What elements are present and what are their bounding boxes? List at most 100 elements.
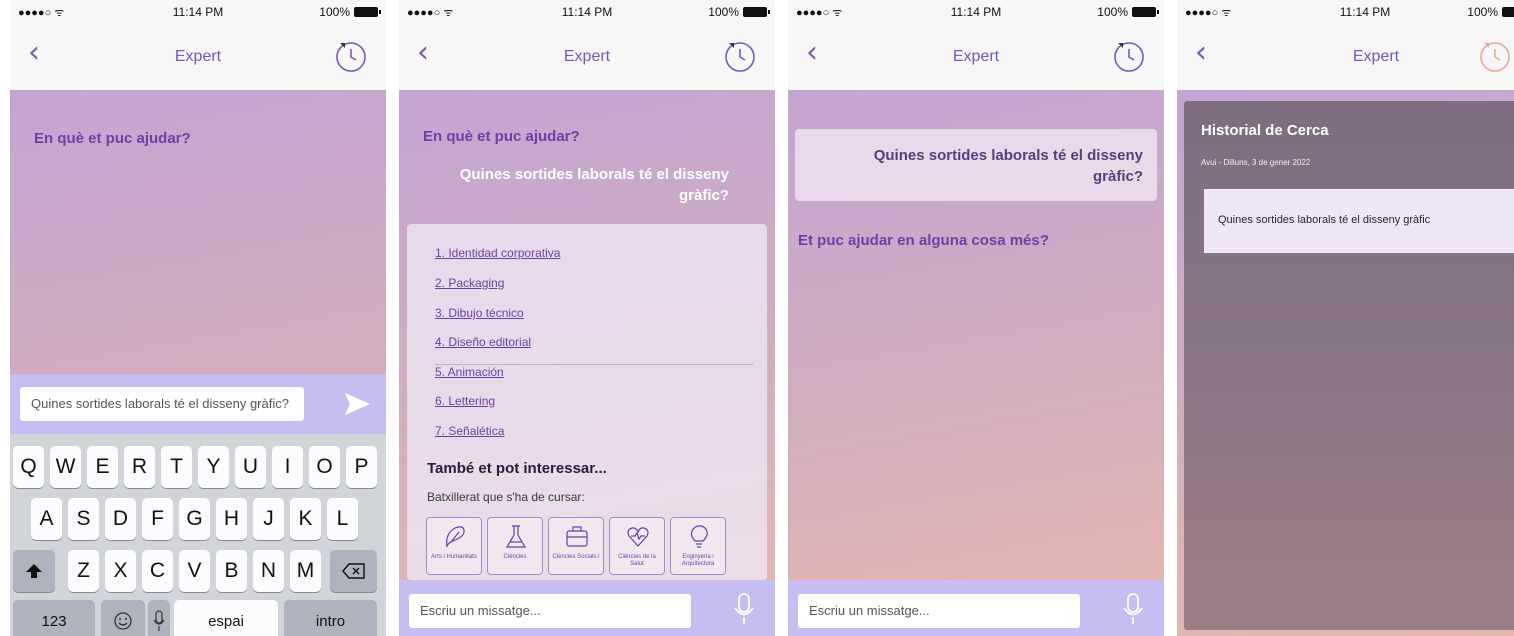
status-time: 11:14 PM [1339,5,1391,19]
key-v[interactable]: V [179,550,210,592]
key-q[interactable]: Q [13,446,44,488]
numbers-key[interactable]: 123 [13,600,95,636]
category-arts[interactable]: Arts i Humanitats [426,517,482,575]
nav-bar: ‹ Expert [1177,24,1514,90]
briefcase-icon [566,526,588,547]
page-title: Expert [563,48,611,65]
battery-icon [354,7,381,17]
category-ciencies[interactable]: Ciències [487,517,543,575]
backspace-key[interactable] [330,550,377,592]
key-d[interactable]: D [105,498,136,540]
emoji-key[interactable] [101,600,145,636]
key-g[interactable]: G [179,498,210,540]
status-bar: ●●●●○ ᯤ 11:14 PM 100% [1177,0,1514,24]
answer-link-3[interactable]: 3. Dibujo técnico [435,306,524,320]
microphone-icon[interactable] [733,593,755,625]
page-title: Expert [1352,48,1400,65]
message-input[interactable]: Quines sortides laborals té el disseny g… [20,387,304,421]
phone-screen-answer: ●●●●○ ᯤ 11:14 PM 100% ‹ Expert En què et… [399,0,775,636]
lightbulb-icon [690,525,708,548]
interest-title: També et pot interessar... [427,460,607,477]
heart-pulse-icon [627,527,649,547]
key-f[interactable]: F [142,498,173,540]
shift-arrow-icon [26,564,42,578]
category-label: Ciències Socials i [552,554,600,560]
key-l[interactable]: L [327,498,358,540]
battery-percent: 100% [319,5,350,19]
history-item[interactable]: Quines sortides laborals té el disseny g… [1204,189,1514,253]
category-salut[interactable]: Ciències de la Salut [609,517,665,575]
category-socials[interactable]: Ciències Socials i [548,517,604,575]
answer-card: 1. Identidad corporativa 2. Packaging 3.… [407,224,767,580]
space-key[interactable]: espai [174,600,278,636]
battery-indicator: 100% [708,5,770,19]
battery-percent: 100% [1467,5,1498,19]
battery-icon [743,7,770,17]
user-question: Quines sortides laborals té el disseny g… [459,166,729,204]
answer-link-5[interactable]: 5. Animación [435,365,504,379]
answer-link-4[interactable]: 4. Diseño editorial [435,335,531,349]
microphone-icon[interactable] [1122,593,1144,625]
user-message-bubble: Quines sortides laborals té el disseny g… [795,129,1157,201]
key-r[interactable]: R [124,446,155,488]
user-question: Quines sortides laborals té el disseny g… [873,147,1143,185]
answer-link-1[interactable]: 1. Identidad corporativa [435,246,560,260]
message-input-bar: Escriu un missatge... [399,580,775,636]
status-bar: ●●●●○ ᯤ 11:14 PM 100% [10,0,386,24]
key-w[interactable]: W [50,446,81,488]
key-x[interactable]: X [105,550,136,592]
message-input-bar: Quines sortides laborals té el disseny g… [10,374,386,434]
category-enginyeria[interactable]: Enginyeria i Arquitectura [670,517,726,575]
key-s[interactable]: S [68,498,99,540]
history-icon[interactable] [723,38,757,74]
key-c[interactable]: C [142,550,173,592]
key-p[interactable]: P [346,446,377,488]
enter-key[interactable]: intro [284,600,377,636]
answer-link-7[interactable]: 7. Señalética [435,424,504,438]
message-input-bar: Escriu un missatge... [788,580,1164,636]
assistant-prompt: En què et puc ajudar? [423,128,580,145]
category-label: Ciències de la Salut [618,554,656,567]
key-m[interactable]: M [290,550,321,592]
history-panel: Historial de Cerca Avui - Dilluns, 3 de … [1184,101,1514,630]
page-title: Expert [174,48,222,65]
battery-indicator: 100% [319,5,381,19]
phone-screen-followup: ●●●●○ ᯤ 11:14 PM 100% ‹ Expert Quines so… [788,0,1164,636]
battery-percent: 100% [1097,5,1128,19]
key-j[interactable]: J [253,498,284,540]
key-y[interactable]: Y [198,446,229,488]
key-k[interactable]: K [290,498,321,540]
key-t[interactable]: T [161,446,192,488]
message-input[interactable]: Escriu un missatge... [409,594,691,628]
key-h[interactable]: H [216,498,247,540]
phone-screen-history: ●●●●○ ᯤ 11:14 PM 100% ‹ Expert Historial… [1177,0,1514,636]
phone-screen-keyboard: ●●●●○ ᯤ 11:14 PM 100% ‹ Expert En què et… [10,0,386,636]
history-title: Historial de Cerca [1201,122,1329,139]
key-o[interactable]: O [309,446,340,488]
answer-link-2[interactable]: 2. Packaging [435,276,504,290]
key-e[interactable]: E [87,446,118,488]
battery-percent: 100% [708,5,739,19]
key-b[interactable]: B [216,550,247,592]
message-input[interactable]: Escriu un missatge... [798,594,1080,628]
microphone-icon [153,610,165,631]
send-icon[interactable] [342,390,372,418]
assistant-followup: Et puc ajudar en alguna cosa més? [798,232,1049,249]
battery-indicator: 100% [1097,5,1159,19]
nav-bar: ‹ Expert [10,24,386,90]
category-label: Ciències [503,554,527,560]
history-icon[interactable] [1478,38,1512,74]
answer-link-6[interactable]: 6. Lettering [435,394,495,408]
nav-bar: ‹ Expert [399,24,775,90]
dictation-key[interactable] [148,600,170,636]
key-z[interactable]: Z [68,550,99,592]
battery-icon [1502,7,1514,17]
history-icon[interactable] [1112,38,1146,74]
history-icon[interactable] [334,38,368,74]
category-label: Arts i Humanitats [431,554,477,560]
key-a[interactable]: A [31,498,62,540]
key-i[interactable]: I [272,446,303,488]
shift-key[interactable] [13,550,55,592]
key-u[interactable]: U [235,446,266,488]
key-n[interactable]: N [253,550,284,592]
